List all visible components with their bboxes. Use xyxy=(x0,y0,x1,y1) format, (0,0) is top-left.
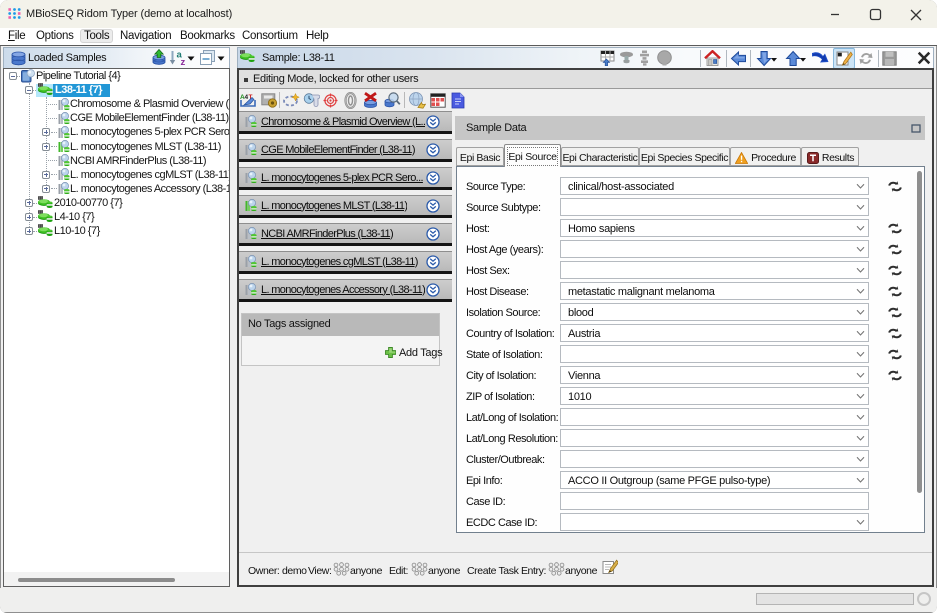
svg-text:z: z xyxy=(181,57,186,66)
